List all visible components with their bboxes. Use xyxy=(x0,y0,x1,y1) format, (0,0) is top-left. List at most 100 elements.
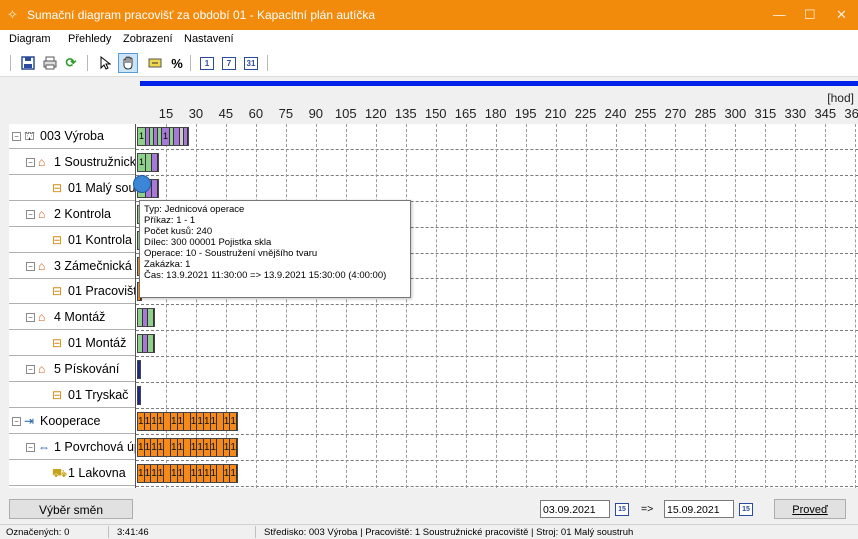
gantt-segment[interactable]: 1 xyxy=(197,412,204,430)
tree-expand-toggle[interactable]: − xyxy=(26,209,35,219)
tree-row[interactable]: ⊟ 01 Kontrola xyxy=(9,228,135,253)
shift-selection-button[interactable]: Výběr směn xyxy=(9,499,133,519)
close-button[interactable]: ✕ xyxy=(836,7,847,23)
gantt-segment[interactable]: 1 xyxy=(191,412,198,430)
gantt-segment[interactable]: 1 xyxy=(211,438,218,456)
gantt-segment[interactable]: 1 xyxy=(151,464,158,482)
gantt-segment[interactable] xyxy=(164,464,171,482)
tree-expand-toggle[interactable]: − xyxy=(26,365,35,375)
calendar-day-icon[interactable]: 1 xyxy=(198,54,216,72)
gantt-bar[interactable] xyxy=(137,308,155,328)
tree-row[interactable]: −⌂ 3 Zámečnická dílna xyxy=(9,254,135,279)
calendar-week-icon[interactable]: 7 xyxy=(220,54,238,72)
tree-row[interactable]: − ⌂ 5 Pískování xyxy=(9,357,135,383)
gantt-segment[interactable] xyxy=(217,464,224,482)
gantt-segment[interactable] xyxy=(138,361,140,379)
gantt-bar[interactable] xyxy=(137,386,141,405)
gantt-segment[interactable]: 1 xyxy=(151,438,158,456)
gantt-segment[interactable] xyxy=(148,335,154,353)
tree-expand-toggle[interactable]: − xyxy=(12,416,21,426)
gantt-segment[interactable]: 1 xyxy=(211,412,218,430)
print-icon[interactable] xyxy=(41,54,59,72)
gantt-segment[interactable]: 1 xyxy=(211,464,218,482)
gantt-bar[interactable]: 1 xyxy=(137,152,159,172)
tree-row[interactable]: − ⇥ Kooperace xyxy=(9,409,135,434)
gantt-bar[interactable]: 11 xyxy=(137,127,189,146)
gantt-segment[interactable]: 1 xyxy=(138,128,146,145)
hand-pan-icon[interactable] xyxy=(118,53,138,73)
tree-row[interactable]: −⌂ 1 Soustružnické pracoviště xyxy=(9,150,135,175)
date-from-field[interactable]: 03.09.2021 xyxy=(540,500,610,518)
gantt-segment[interactable]: 1 xyxy=(171,464,178,482)
gantt-segment[interactable]: 1 xyxy=(224,464,231,482)
tree-expand-toggle[interactable]: − xyxy=(26,261,35,271)
gantt-segment[interactable] xyxy=(184,128,188,145)
minimize-button[interactable]: — xyxy=(773,7,786,22)
gantt-segment[interactable] xyxy=(217,412,224,430)
gantt-segment[interactable]: 1 xyxy=(158,438,165,456)
gantt-segment[interactable] xyxy=(184,464,191,482)
gantt-segment[interactable] xyxy=(184,412,191,430)
resource-tree[interactable]: −⛫003 Výroba−⌂1 Soustružnické pracoviště… xyxy=(9,124,137,488)
gantt-segment[interactable] xyxy=(164,412,171,430)
tree-row[interactable]: ⊟ 01 Montáž xyxy=(9,331,135,357)
gantt-segment[interactable] xyxy=(138,387,140,404)
gantt-segment[interactable]: 1 xyxy=(145,438,152,456)
date-to-calendar-icon[interactable]: 15 xyxy=(738,500,754,518)
date-from-calendar-icon[interactable]: 15 xyxy=(614,500,630,518)
tree-row[interactable]: ⊟ 01 Tryskač xyxy=(9,383,135,408)
gantt-segment[interactable]: 1 xyxy=(158,412,165,430)
date-to-field[interactable]: 15.09.2021 xyxy=(664,500,734,518)
gantt-bar[interactable]: 111111111111 xyxy=(137,437,238,457)
gantt-segment[interactable] xyxy=(184,438,191,456)
tree-expand-toggle[interactable]: − xyxy=(12,132,21,141)
tree-row[interactable]: ⊟ 01 Pracoviště xyxy=(9,279,135,305)
gantt-segment[interactable]: 1 xyxy=(138,153,146,171)
menu-prehledy[interactable]: Přehledy xyxy=(68,33,111,45)
gantt-segment[interactable]: 1 xyxy=(197,438,204,456)
gantt-segment[interactable]: 1 xyxy=(151,412,158,430)
zoom-width-icon[interactable] xyxy=(146,54,164,72)
maximize-button[interactable]: ☐ xyxy=(804,7,816,23)
gantt-bar[interactable] xyxy=(137,334,155,354)
gantt-chart[interactable]: 1111111111111111111111111111111111111111 xyxy=(136,124,858,488)
gantt-segment[interactable]: 1 xyxy=(178,412,185,430)
save-icon[interactable] xyxy=(19,54,37,72)
menu-diagram[interactable]: Diagram xyxy=(9,33,51,45)
gantt-segment[interactable]: 1 xyxy=(145,412,152,430)
gantt-segment[interactable] xyxy=(217,438,224,456)
gantt-segment[interactable]: 1 xyxy=(204,438,211,456)
gantt-segment[interactable]: 1 xyxy=(138,438,145,456)
refresh-icon[interactable]: ⟳ xyxy=(62,54,80,72)
gantt-segment[interactable] xyxy=(164,438,171,456)
gantt-segment[interactable]: 1 xyxy=(230,412,237,430)
tree-row[interactable]: − ⌂ 4 Montáž xyxy=(9,305,135,331)
tree-row[interactable]: ⊟ 01 Malý soustruh xyxy=(9,176,135,201)
tree-row[interactable]: −⇔ 1 Povrchová úprava xyxy=(9,435,135,460)
gantt-segment[interactable]: 1 xyxy=(224,412,231,430)
gantt-segment[interactable]: 1 xyxy=(230,438,237,456)
gantt-segment[interactable]: 1 xyxy=(178,438,185,456)
percent-icon[interactable]: % xyxy=(168,54,186,72)
gantt-segment[interactable]: 1 xyxy=(158,464,165,482)
run-button[interactable]: Proveď xyxy=(774,499,846,519)
menu-nastaveni[interactable]: Nastavení xyxy=(184,33,234,45)
gantt-segment[interactable]: 1 xyxy=(204,464,211,482)
gantt-segment[interactable]: 1 xyxy=(191,438,198,456)
gantt-segment[interactable]: 1 xyxy=(171,438,178,456)
pointer-icon[interactable] xyxy=(96,54,114,72)
tree-expand-toggle[interactable]: − xyxy=(26,313,35,323)
gantt-bar[interactable]: 111111111111 xyxy=(137,463,238,483)
gantt-segment[interactable]: 1 xyxy=(138,464,145,482)
gantt-segment[interactable]: 1 xyxy=(191,464,198,482)
tree-expand-toggle[interactable]: − xyxy=(26,157,35,167)
gantt-segment[interactable] xyxy=(152,153,158,171)
gantt-segment[interactable] xyxy=(152,179,158,197)
gantt-segment[interactable]: 1 xyxy=(224,438,231,456)
tree-row[interactable]: − ⛫ 003 Výroba xyxy=(9,124,135,149)
gantt-segment[interactable]: 1 xyxy=(171,412,178,430)
tree-row[interactable]: − ⌂ 2 Kontrola xyxy=(9,202,135,227)
tree-row[interactable]: ⛟ 1 Lakovna xyxy=(9,461,135,486)
gantt-segment[interactable]: 1 xyxy=(197,464,204,482)
tree-expand-toggle[interactable]: − xyxy=(26,442,35,452)
